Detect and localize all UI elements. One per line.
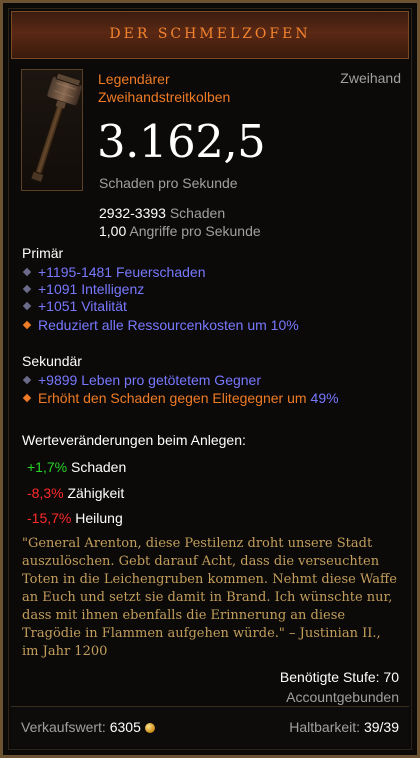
affix-bullet-icon [22,375,32,385]
stat-change-value: -8,3% [27,485,64,501]
item-tooltip: DER SCHMELZOFEN Legendärer Zweihandstrei… [0,0,420,758]
dps-label: Schaden pro Sekunde [99,175,238,191]
primary-affix: +1091 Intelligenz [22,281,144,297]
tooltip-body: Legendärer Zweihandstreitkolben Zweihand… [17,65,403,705]
item-type: Legendärer Zweihandstreitkolben [98,70,230,106]
item-rarity: Legendärer [98,71,170,87]
gold-coin-icon [144,723,155,733]
affix-bullet-icon [22,267,32,277]
affix-text: Reduziert alle Ressourcenkosten um 10% [38,317,299,333]
attack-speed-label: Angriffe pro Sekunde [129,223,261,239]
stat-changes-title: Werteveränderungen beim Anlegen: [22,432,246,448]
sell-value-label: Verkaufswert: [21,719,106,735]
secondary-affix: +9899 Leben pro getötetem Gegner [22,372,261,388]
damage-stat: 2932-3393 Schaden [99,205,225,221]
durability: Haltbarkeit: 39/39 [289,719,399,735]
secondary-section-title: Sekundär [22,353,82,369]
affix-bullet-icon [22,284,32,294]
stat-change-value: -15,7% [27,510,72,526]
affix-bullet-icon [22,301,32,311]
attack-speed-stat: 1,00 Angriffe pro Sekunde [99,223,261,239]
affix-text: Erhöht den Schaden gegen Elitegegner um [38,390,307,406]
primary-affix: +1051 Vitalität [22,298,127,314]
account-bound-label: Accountgebunden [286,689,399,705]
secondary-affix-legendary: Erhöht den Schaden gegen Elitegegner um … [22,390,339,406]
item-slot: Zweihand [340,70,401,86]
stat-change-label: Heilung [75,510,123,526]
tooltip-footer: Verkaufswert: 6305 Haltbarkeit: 39/39 [11,706,409,747]
sell-value-amount: 6305 [109,719,141,735]
stat-change-row: +1,7% Schaden [27,459,126,475]
legendary-affix-bullet-icon [22,393,32,403]
primary-section-title: Primär [22,245,64,261]
primary-affix-legendary: Reduziert alle Ressourcenkosten um 10% [22,317,299,333]
affix-text: +1091 Intelligenz [38,281,145,297]
affix-text: +1195-1481 Feuerschaden [38,264,206,280]
affix-text: +1051 Vitalität [38,298,127,314]
primary-affix: +1195-1481 Feuerschaden [22,264,205,280]
stat-change-row: -8,3% Zähigkeit [27,485,124,501]
item-icon-frame [21,69,84,191]
item-name: DER SCHMELZOFEN [109,26,311,42]
dps-value: 3.162,5 [97,115,266,168]
legendary-affix-bullet-icon [22,320,32,330]
stat-change-row: -15,7% Heilung [27,510,123,526]
affix-text: +9899 Leben pro getötetem Gegner [38,372,262,388]
stat-change-label: Schaden [70,459,127,475]
tooltip-header: DER SCHMELZOFEN [11,11,409,59]
sell-value: Verkaufswert: 6305 [21,719,155,735]
durability-label: Haltbarkeit: [289,719,361,735]
damage-range: 2932-3393 [99,205,166,221]
damage-label: Schaden [169,205,226,221]
stat-change-value: +1,7% [27,459,68,475]
stat-change-label: Zähigkeit [67,485,125,501]
durability-value: 39/39 [363,719,399,735]
war-hammer-icon [30,72,84,183]
attack-speed-value: 1,00 [99,223,127,239]
required-level: Benötigte Stufe: 70 [279,669,399,685]
affix-value: 49% [310,390,339,406]
item-category: Zweihandstreitkolben [98,89,231,105]
flavor-text: "General Arenton, diese Pestilenz droht … [22,536,397,659]
